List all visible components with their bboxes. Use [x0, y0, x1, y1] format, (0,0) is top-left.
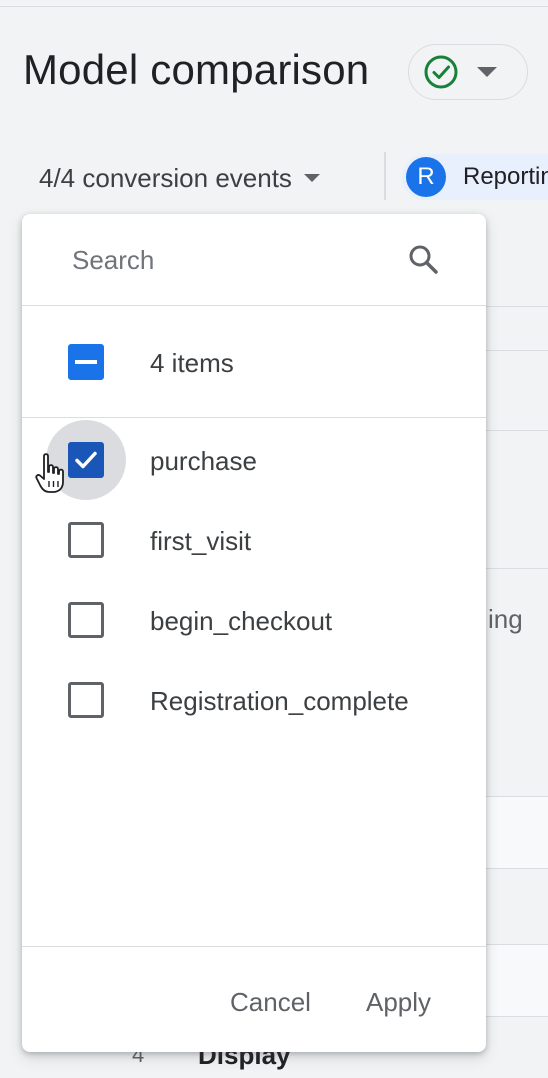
search-icon[interactable]: [406, 242, 442, 278]
chevron-down-icon: [303, 174, 320, 182]
list-item-registration-complete[interactable]: Registration_complete: [22, 660, 486, 740]
first-visit-checkbox[interactable]: [68, 522, 104, 558]
list-item-label: begin_checkout: [150, 606, 333, 636]
list-item-label: first_visit: [150, 526, 252, 556]
table-row: [486, 796, 548, 868]
conversion-events-label: 4/4 conversion events: [39, 162, 292, 193]
menu-footer: Cancel Apply: [22, 946, 486, 1052]
table-divider: [486, 1016, 548, 1017]
purchase-checkbox[interactable]: [68, 442, 104, 478]
checkmark-icon: [75, 451, 97, 469]
page-title: Model comparison: [23, 46, 370, 93]
chevron-down-icon: [477, 67, 497, 77]
top-divider: [0, 6, 548, 7]
select-all-label: 4 items: [150, 348, 234, 378]
table-divider: [486, 430, 548, 431]
avatar: R: [406, 157, 446, 197]
table-divider: [486, 868, 548, 869]
search-input[interactable]: [72, 238, 392, 282]
reporting-identity-chip[interactable]: R Reporting: [402, 154, 548, 200]
check-circle-icon: [424, 55, 458, 89]
list-item-label: purchase: [150, 446, 257, 476]
table-divider: [486, 306, 548, 307]
select-all-row[interactable]: 4 items: [22, 306, 486, 418]
table-divider: [486, 944, 548, 945]
toolbar-divider: [384, 152, 386, 200]
conversion-events-menu: 4 items purchase first_visit begin_check…: [22, 214, 486, 1052]
table-cell-partial: ing: [488, 604, 523, 634]
list-item-purchase[interactable]: purchase: [22, 420, 486, 500]
list-item-first-visit[interactable]: first_visit: [22, 500, 486, 580]
table-divider: [486, 350, 548, 351]
list-item-label: Registration_complete: [150, 686, 409, 716]
registration-complete-checkbox[interactable]: [68, 682, 104, 718]
conversion-events-dropdown[interactable]: 4/4 conversion events: [39, 158, 320, 198]
cancel-button[interactable]: Cancel: [230, 977, 311, 1027]
select-all-checkbox[interactable]: [68, 344, 104, 380]
page: Model comparison 4/4 conversion events R…: [0, 0, 548, 1078]
status-dropdown[interactable]: [408, 44, 528, 100]
begin-checkout-checkbox[interactable]: [68, 602, 104, 638]
search-row: [22, 214, 486, 306]
reporting-chip-label: Reporting: [463, 163, 548, 190]
table-divider: [486, 796, 548, 797]
table-row: [486, 944, 548, 1016]
apply-button[interactable]: Apply: [366, 977, 431, 1027]
list-item-begin-checkout[interactable]: begin_checkout: [22, 580, 486, 660]
table-divider: [486, 568, 548, 569]
